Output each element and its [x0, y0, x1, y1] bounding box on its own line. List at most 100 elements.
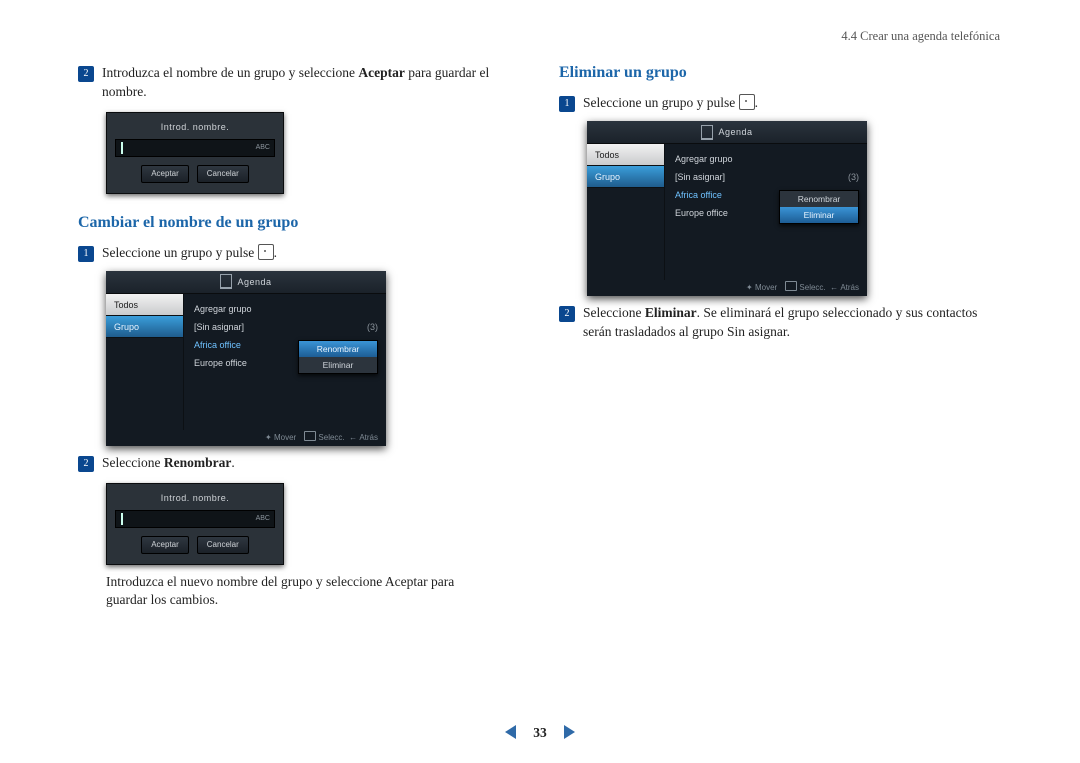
- tab-todos[interactable]: Todos: [106, 294, 184, 316]
- enter-key-icon: [739, 94, 755, 110]
- step-text: Introduzca el nombre de un grupo y selec…: [102, 64, 521, 102]
- t: Seleccione: [102, 455, 164, 470]
- name-entry-panel: Introd. nombre. ABC Aceptar Cancelar: [106, 112, 284, 194]
- agenda-titlebar: Agenda: [587, 121, 867, 144]
- step-number: 2: [78, 456, 94, 472]
- label: Europe office: [194, 354, 247, 372]
- bold: Eliminar: [645, 305, 697, 320]
- panel-label: Introd. nombre.: [115, 492, 275, 505]
- text-field[interactable]: ABC: [115, 139, 275, 157]
- right-column: Eliminar un grupo 1 Seleccione un grupo …: [559, 58, 1002, 610]
- step-text: Seleccione Eliminar. Se eliminará el gru…: [583, 304, 1002, 342]
- foot-move-icon: ✦: [265, 433, 272, 442]
- agenda-title: Agenda: [718, 126, 752, 139]
- label: Africa office: [194, 336, 241, 354]
- agenda-titlebar: Agenda: [106, 271, 386, 294]
- two-column-layout: 2 Introduzca el nombre de un grupo y sel…: [0, 0, 1080, 610]
- name-entry-panel: Introd. nombre. ABC Aceptar Cancelar: [106, 483, 284, 565]
- context-menu: Renombrar Eliminar: [298, 340, 378, 374]
- ctx-delete[interactable]: Eliminar: [299, 357, 377, 373]
- t: Seleccione un grupo y pulse: [102, 245, 258, 260]
- step-text: Seleccione un grupo y pulse .: [102, 244, 521, 263]
- page-number: 33: [533, 725, 547, 740]
- label: [Sin asignar]: [194, 318, 244, 336]
- page-navigation: 33: [0, 724, 1080, 745]
- t: Seleccione un grupo y pulse: [583, 95, 739, 110]
- step-2-renombrar: 2 Seleccione Renombrar.: [78, 454, 521, 473]
- foot-back: Atrás: [840, 283, 859, 292]
- agenda-body: Todos Grupo Agregar grupo [Sin asignar] (…: [587, 144, 867, 280]
- row-unassigned[interactable]: [Sin asignar] (3): [675, 168, 859, 186]
- step-text: Seleccione Renombrar.: [102, 454, 521, 473]
- row-unassigned[interactable]: [Sin asignar] (3): [194, 318, 378, 336]
- step-number: 2: [78, 66, 94, 82]
- foot-back: Atrás: [359, 433, 378, 442]
- manual-page: 4.4 Crear una agenda telefónica 2 Introd…: [0, 0, 1080, 763]
- left-column: 2 Introduzca el nombre de un grupo y sel…: [78, 58, 521, 610]
- accept-button[interactable]: Aceptar: [141, 165, 189, 182]
- agenda-footer: ✦ Mover Selecc. ← Atrás: [587, 280, 867, 296]
- agenda-footer: ✦ Mover Selecc. ← Atrás: [106, 430, 386, 446]
- text-cursor: [121, 513, 123, 525]
- foot-select-icon: [785, 281, 797, 291]
- panel-label: Introd. nombre.: [115, 121, 275, 134]
- ime-indicator: ABC: [256, 143, 270, 153]
- agenda-panel-delete: Agenda Todos Grupo Agregar grupo [Sin as…: [587, 121, 867, 296]
- agenda-icon: [701, 125, 713, 140]
- step-number: 1: [78, 246, 94, 262]
- step-number: 2: [559, 306, 575, 322]
- ctx-rename[interactable]: Renombrar: [780, 191, 858, 207]
- text-field[interactable]: ABC: [115, 510, 275, 528]
- button-row: Aceptar Cancelar: [115, 536, 275, 553]
- label: [Sin asignar]: [675, 168, 725, 186]
- foot-move: Mover: [274, 433, 296, 442]
- t: .: [231, 455, 234, 470]
- label: Agregar grupo: [194, 300, 252, 318]
- label: Europe office: [675, 204, 728, 222]
- agenda-sidebar: Todos Grupo: [587, 144, 665, 280]
- step-2-eliminar: 2 Seleccione Eliminar. Se eliminará el g…: [559, 304, 1002, 342]
- next-page-icon[interactable]: [564, 725, 575, 739]
- label: Africa office: [675, 186, 722, 204]
- foot-move-icon: ✦: [746, 283, 753, 292]
- cancel-button[interactable]: Cancelar: [197, 536, 249, 553]
- foot-select-icon: [304, 431, 316, 441]
- step-1-select: 1 Seleccione un grupo y pulse .: [559, 94, 1002, 113]
- ctx-delete[interactable]: Eliminar: [780, 207, 858, 223]
- text-cursor: [121, 142, 123, 154]
- sidebar-filler: [587, 188, 665, 280]
- period: .: [755, 95, 758, 110]
- cancel-button[interactable]: Cancelar: [197, 165, 249, 182]
- agenda-sidebar: Todos Grupo: [106, 294, 184, 430]
- agenda-icon: [220, 274, 232, 289]
- count: (3): [848, 168, 859, 186]
- ctx-rename[interactable]: Renombrar: [299, 341, 377, 357]
- enter-key-icon: [258, 244, 274, 260]
- step-number: 1: [559, 96, 575, 112]
- tab-todos[interactable]: Todos: [587, 144, 665, 166]
- foot-select: Selecc.: [799, 283, 825, 292]
- sidebar-filler: [106, 338, 184, 430]
- heading-rename-group: Cambiar el nombre de un grupo: [78, 212, 521, 234]
- agenda-main: Agregar grupo [Sin asignar] (3) Africa of…: [184, 294, 386, 430]
- step-text: Seleccione un grupo y pulse .: [583, 94, 1002, 113]
- context-menu: Renombrar Eliminar: [779, 190, 859, 224]
- row-add-group[interactable]: Agregar grupo: [194, 300, 378, 318]
- bold: Renombrar: [164, 455, 232, 470]
- t: Introduzca el nombre de un grupo y selec…: [102, 65, 358, 80]
- count: (3): [367, 318, 378, 336]
- tab-grupo[interactable]: Grupo: [587, 166, 665, 188]
- tab-grupo[interactable]: Grupo: [106, 316, 184, 338]
- agenda-title: Agenda: [237, 276, 271, 289]
- period: .: [274, 245, 277, 260]
- step-1-select: 1 Seleccione un grupo y pulse .: [78, 244, 521, 263]
- agenda-panel-rename: Agenda Todos Grupo Agregar grupo [Sin as…: [106, 271, 386, 446]
- heading-delete-group: Eliminar un grupo: [559, 62, 1002, 84]
- row-add-group[interactable]: Agregar grupo: [675, 150, 859, 168]
- prev-page-icon[interactable]: [505, 725, 516, 739]
- button-row: Aceptar Cancelar: [115, 165, 275, 182]
- ime-indicator: ABC: [256, 514, 270, 524]
- step-2-intro: 2 Introduzca el nombre de un grupo y sel…: [78, 64, 521, 102]
- agenda-main: Agregar grupo [Sin asignar] (3) Africa of…: [665, 144, 867, 280]
- accept-button[interactable]: Aceptar: [141, 536, 189, 553]
